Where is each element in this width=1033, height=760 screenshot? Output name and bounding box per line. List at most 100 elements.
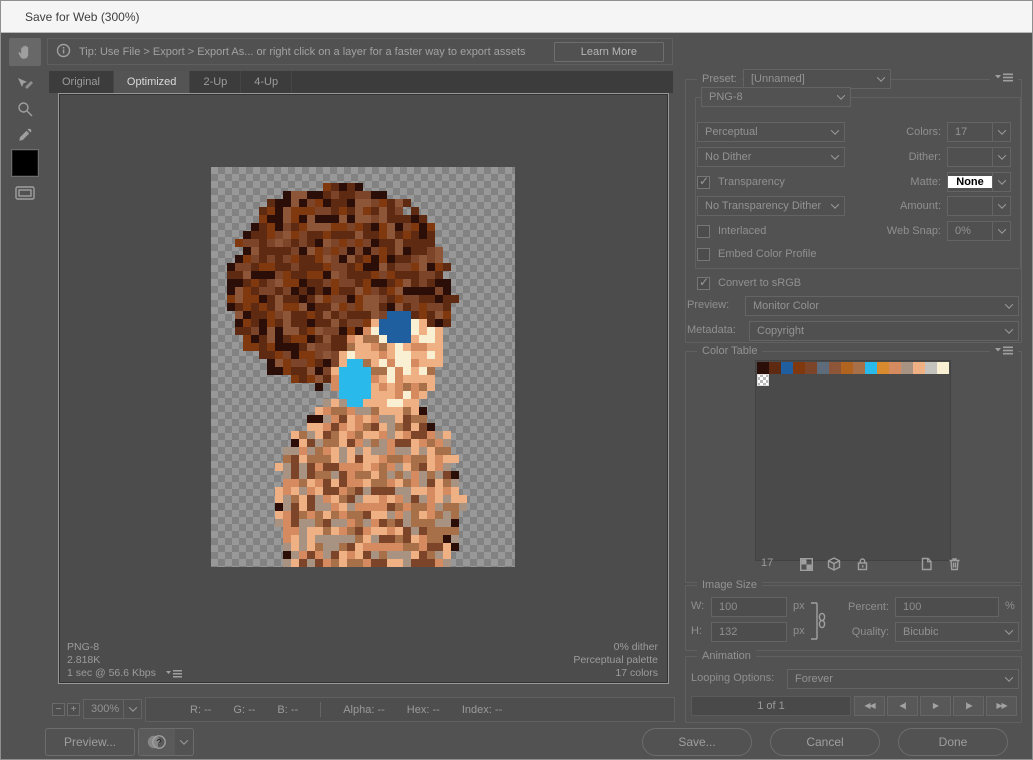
zoom-level-select[interactable]: 300% xyxy=(83,699,142,719)
matte-select[interactable]: None xyxy=(947,172,1011,192)
format-select[interactable]: PNG-8 xyxy=(701,87,851,107)
color-swatch[interactable] xyxy=(769,362,781,374)
status-download-time: 1 sec @ 56.6 Kbps xyxy=(67,667,156,680)
dither-method-select[interactable]: No Dither xyxy=(697,147,845,167)
color-swatch[interactable] xyxy=(937,362,949,374)
embed-profile-checkbox-row[interactable]: Embed Color Profile xyxy=(697,244,816,264)
embed-color-profile-checkbox[interactable] xyxy=(697,248,710,261)
metadata-select[interactable]: Copyright xyxy=(749,321,1019,341)
chevron-down-icon xyxy=(992,197,1010,215)
preview-in-browser-button[interactable]: Preview... xyxy=(45,728,135,756)
amount-select[interactable] xyxy=(947,196,1011,216)
readout-alpha: Alpha: -- xyxy=(343,704,385,716)
new-color-icon[interactable] xyxy=(915,554,937,574)
percent-field[interactable]: 100 xyxy=(895,597,999,617)
colors-select[interactable]: 17 xyxy=(947,122,1011,142)
zoom-tool-button[interactable] xyxy=(9,95,41,123)
done-button[interactable]: Done xyxy=(898,728,1008,756)
looping-options-select[interactable]: Forever xyxy=(787,669,1019,689)
color-swatch[interactable] xyxy=(889,362,901,374)
eyedropper-tool-button[interactable] xyxy=(9,121,41,149)
hand-tool-button[interactable] xyxy=(9,38,41,66)
palette-algorithm-select[interactable]: Perceptual xyxy=(697,122,845,142)
preset-select[interactable]: [Unnamed] xyxy=(743,69,891,89)
first-frame-button[interactable]: ◀◀ xyxy=(854,696,885,716)
dialog-title: Save for Web (300%) xyxy=(25,10,140,24)
chevron-down-icon xyxy=(826,197,844,215)
delete-color-icon[interactable] xyxy=(943,554,965,574)
optimized-preview-pane[interactable]: PNG-8 2.818K 1 sec @ 56.6 Kbps 0% dither… xyxy=(58,93,669,684)
color-swatch[interactable] xyxy=(913,362,925,374)
chevron-down-icon xyxy=(826,148,844,166)
tab-4up[interactable]: 4-Up xyxy=(241,71,292,93)
preset-menu-icon[interactable] xyxy=(990,73,1018,83)
svg-text:?: ? xyxy=(156,738,162,748)
convert-srgb-checkbox[interactable] xyxy=(697,277,710,290)
transparency-swatch[interactable] xyxy=(757,374,769,386)
color-swatch[interactable] xyxy=(781,362,793,374)
width-field[interactable]: 100 xyxy=(711,597,787,617)
zoom-level-value: 300% xyxy=(84,703,123,715)
status-format: PNG-8 xyxy=(67,641,182,654)
quality-select[interactable]: Bicubic xyxy=(895,622,1019,642)
chevron-down-icon xyxy=(1000,297,1018,315)
chevron-down-icon xyxy=(992,123,1010,141)
color-swatch[interactable] xyxy=(877,362,889,374)
tab-original[interactable]: Original xyxy=(49,71,114,93)
select-browser-button[interactable]: ? xyxy=(138,728,194,756)
frame-counter: 1 of 1 xyxy=(691,696,851,716)
chevron-down-icon xyxy=(826,123,844,141)
tab-2up[interactable]: 2-Up xyxy=(190,71,241,93)
tip-bar: Tip: Use File > Export > Export As... or… xyxy=(47,38,673,65)
preview-status-bar: PNG-8 2.818K 1 sec @ 56.6 Kbps 0% dither… xyxy=(61,639,666,681)
transparency-dither-select[interactable]: No Transparency Dither xyxy=(697,196,845,216)
color-swatch[interactable] xyxy=(817,362,829,374)
web-snap-label: Web Snap: xyxy=(853,221,941,241)
play-button[interactable]: ▶ xyxy=(920,696,951,716)
zoom-in-button[interactable]: + xyxy=(67,703,80,716)
transparency-checkbox-row[interactable]: Transparency xyxy=(697,172,785,192)
last-frame-button[interactable]: ▶▶ xyxy=(986,696,1017,716)
lock-color-icon[interactable] xyxy=(851,554,873,574)
optimized-image[interactable] xyxy=(211,167,515,567)
color-table-swatches xyxy=(755,360,951,561)
readout-index: Index: -- xyxy=(462,704,502,716)
matte-label: Matte: xyxy=(853,172,941,192)
color-swatch[interactable] xyxy=(865,362,877,374)
color-swatch[interactable] xyxy=(853,362,865,374)
interlaced-checkbox[interactable] xyxy=(697,225,710,238)
dither-amount-select[interactable] xyxy=(947,147,1011,167)
slice-select-tool-button[interactable] xyxy=(9,69,41,97)
color-swatch[interactable] xyxy=(841,362,853,374)
web-snap-select[interactable]: 0% xyxy=(947,221,1011,241)
zoom-out-button[interactable]: − xyxy=(52,703,65,716)
preview-mode-select[interactable]: Monitor Color xyxy=(745,296,1019,316)
color-table-menu-icon[interactable] xyxy=(990,346,1018,356)
chevron-down-icon xyxy=(1000,623,1018,641)
color-swatch[interactable] xyxy=(757,362,769,374)
save-button[interactable]: Save... xyxy=(642,728,752,756)
height-field[interactable]: 132 xyxy=(711,622,787,642)
title-bar[interactable]: Save for Web (300%) xyxy=(1,1,1032,33)
color-swatch[interactable] xyxy=(805,362,817,374)
next-frame-button[interactable]: |▶ xyxy=(953,696,984,716)
cancel-button[interactable]: Cancel xyxy=(770,728,880,756)
color-swatch[interactable] xyxy=(901,362,913,374)
previous-frame-button[interactable]: ◀| xyxy=(887,696,918,716)
download-speed-menu-icon[interactable] xyxy=(166,669,182,679)
readout-b: B: -- xyxy=(277,704,298,716)
interlaced-checkbox-row[interactable]: Interlaced xyxy=(697,221,766,241)
toggle-slices-visibility-button[interactable] xyxy=(9,179,41,207)
eyedropper-color-swatch[interactable] xyxy=(12,150,38,176)
color-swatch[interactable] xyxy=(925,362,937,374)
chevron-down-icon xyxy=(1000,670,1018,688)
color-swatch[interactable] xyxy=(793,362,805,374)
transparency-checkbox[interactable] xyxy=(697,176,710,189)
tab-optimized[interactable]: Optimized xyxy=(114,71,191,93)
convert-srgb-checkbox-row[interactable]: Convert to sRGB xyxy=(697,273,801,293)
preview-mode-label: Preview: xyxy=(687,299,729,311)
learn-more-button[interactable]: Learn More xyxy=(554,42,664,62)
web-shift-cube-icon[interactable] xyxy=(823,554,845,574)
map-transparency-icon[interactable] xyxy=(795,554,817,574)
color-swatch[interactable] xyxy=(829,362,841,374)
